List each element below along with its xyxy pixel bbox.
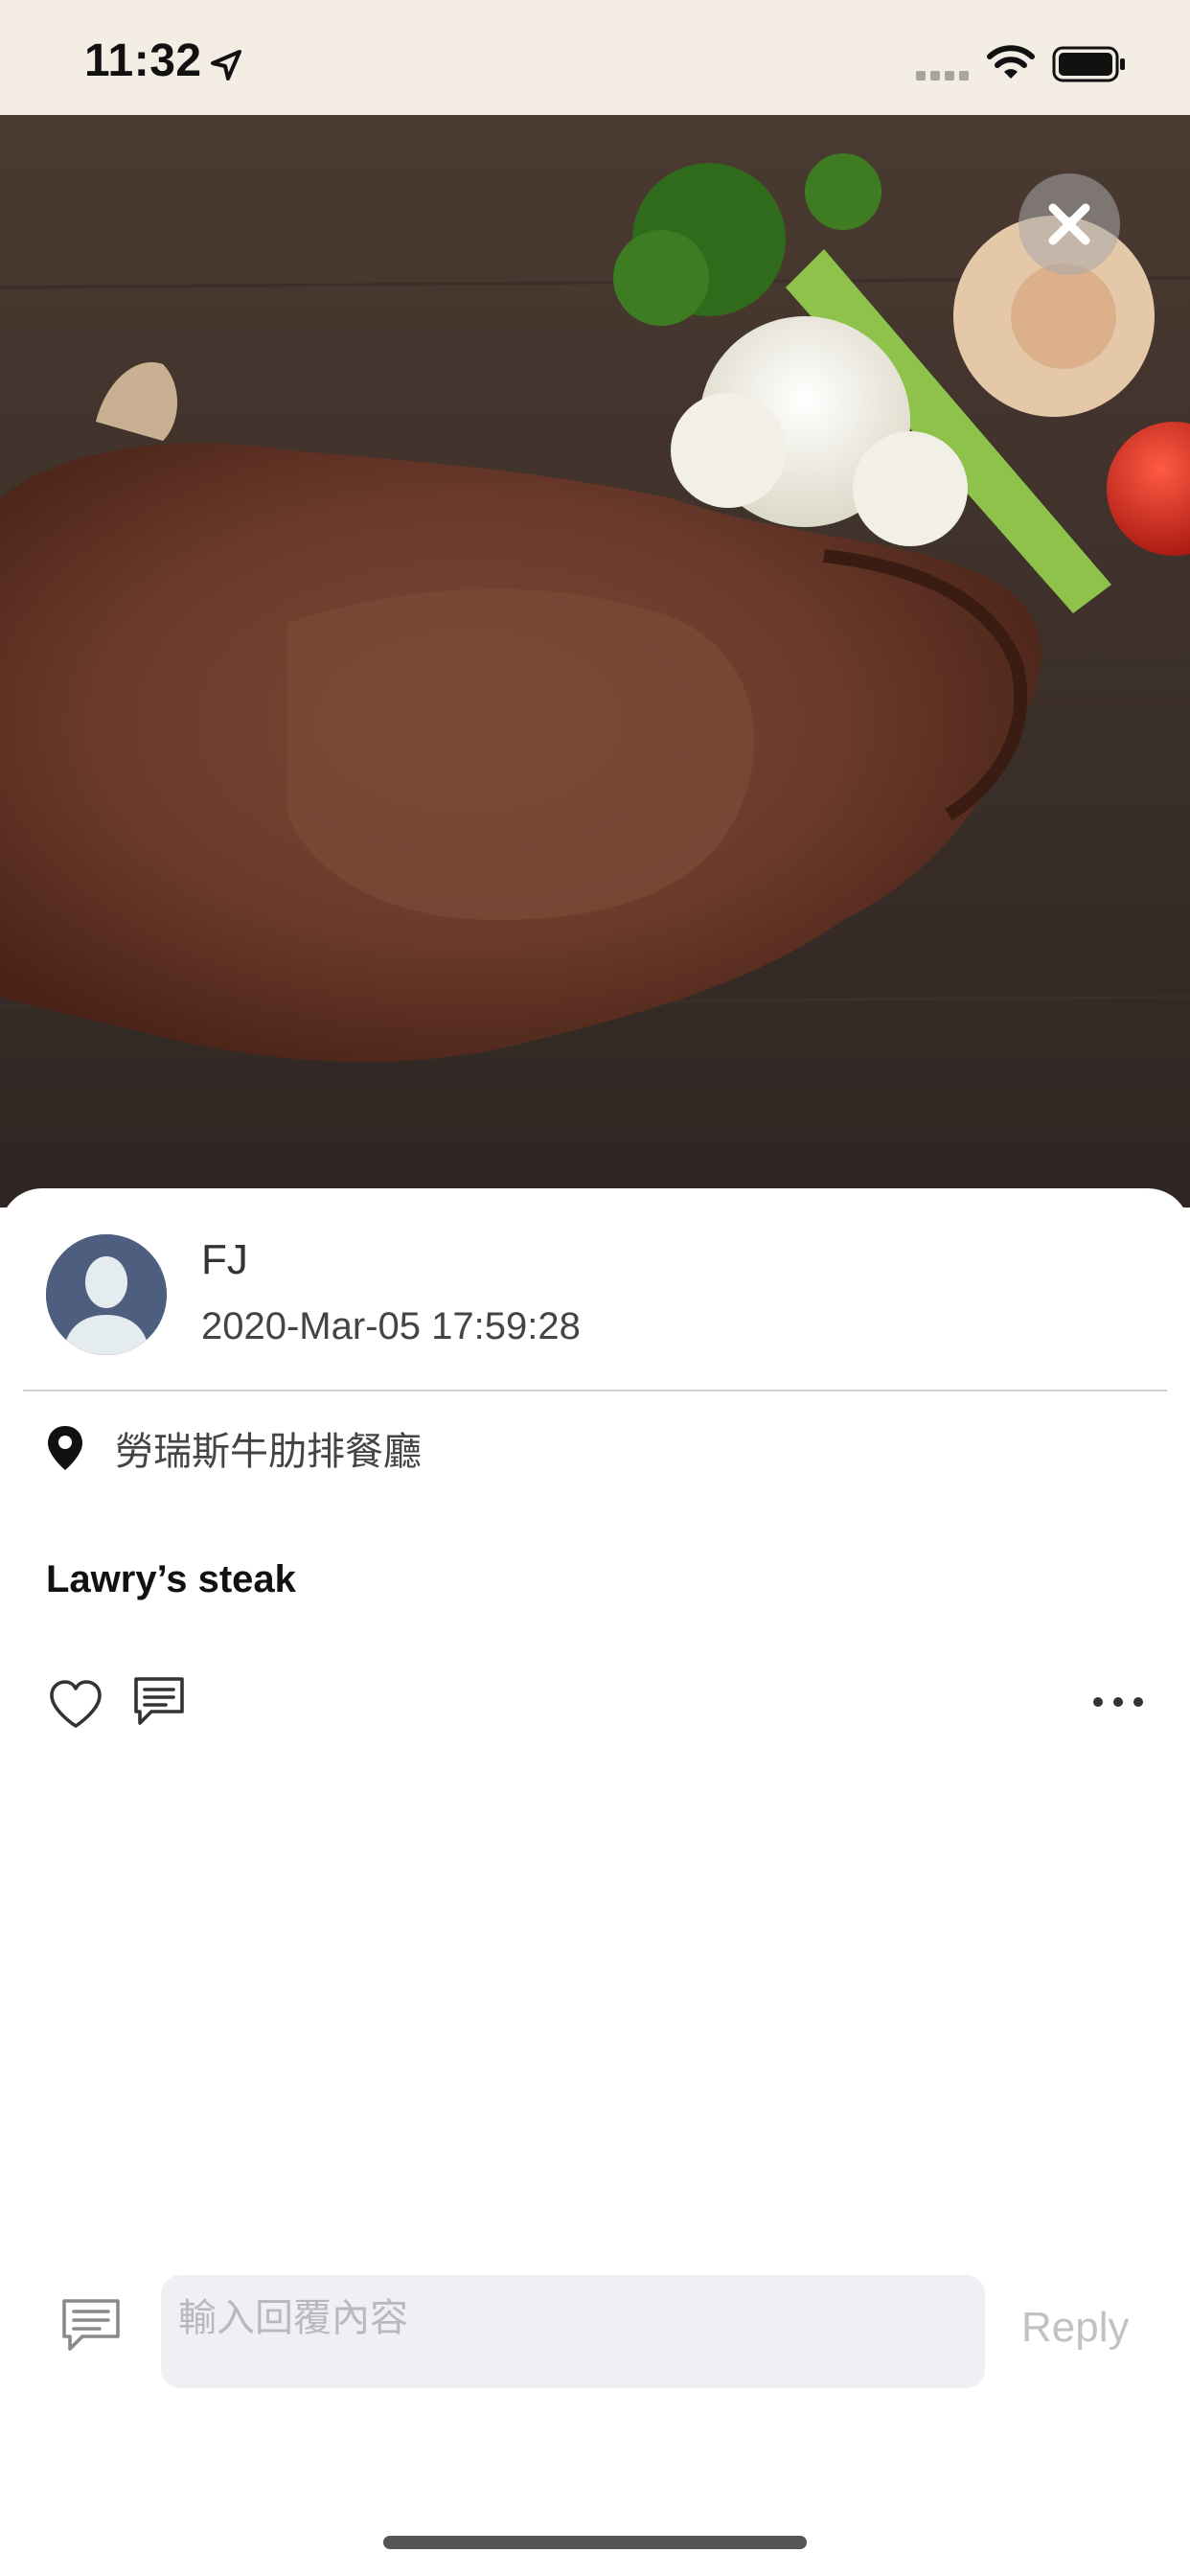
heart-icon[interactable] [48, 1677, 103, 1733]
reply-input[interactable] [161, 2275, 985, 2388]
signal-icon [916, 71, 969, 80]
close-icon [1048, 203, 1090, 245]
close-button[interactable] [1018, 173, 1120, 275]
reply-comment-icon [62, 2299, 120, 2351]
user-name[interactable]: FJ [201, 1236, 248, 1284]
post-timestamp: 2020-Mar-05 17:59:28 [201, 1305, 581, 1347]
post-photo [0, 0, 1190, 1208]
location-arrow-icon [211, 50, 241, 80]
post-caption: Lawry’s steak [46, 1558, 296, 1600]
avatar[interactable] [46, 1234, 167, 1355]
battery-icon [1052, 46, 1125, 82]
map-pin-icon [48, 1426, 82, 1470]
user-silhouette-icon [46, 1234, 167, 1355]
status-time: 11:32 [84, 35, 202, 86]
location-row[interactable]: 勞瑞斯牛肋排餐廳 [46, 1418, 422, 1478]
home-indicator[interactable] [383, 2536, 807, 2549]
location-name: 勞瑞斯牛肋排餐廳 [115, 1431, 422, 1473]
status-bar: 11:32 [0, 0, 1190, 125]
wifi-icon [987, 45, 1035, 79]
reply-button[interactable]: Reply [1021, 2304, 1130, 2352]
more-icon[interactable] [1090, 1683, 1146, 1721]
divider [23, 1390, 1167, 1392]
comment-icon[interactable] [130, 1673, 188, 1731]
